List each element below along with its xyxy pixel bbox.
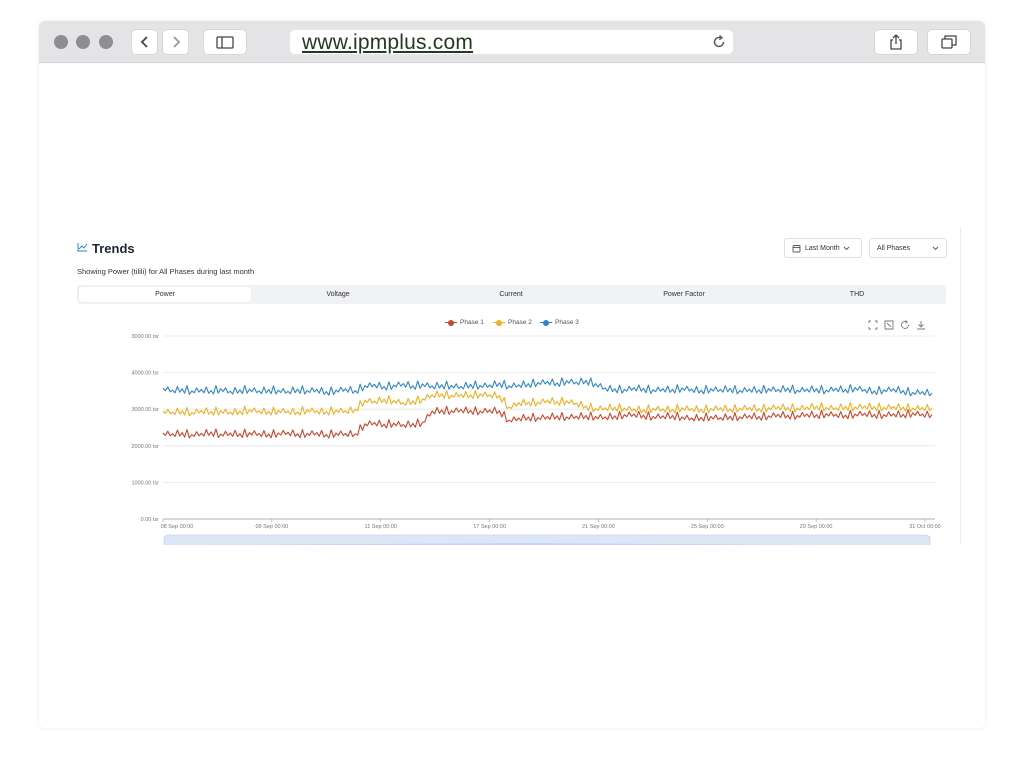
series-line-phase-3 bbox=[162, 377, 933, 397]
x-tick-label: 08 Sep 00:00 bbox=[161, 524, 194, 530]
address-bar[interactable]: www.ipmplus.com bbox=[289, 29, 734, 55]
back-button[interactable] bbox=[131, 29, 158, 55]
x-tick-label: 17 Sep 00:00 bbox=[473, 524, 506, 530]
share-icon bbox=[890, 34, 902, 50]
url-text: www.ipmplus.com bbox=[302, 31, 474, 54]
x-tick-label: 11 Sep 00:00 bbox=[365, 524, 397, 530]
series-line-phase-2 bbox=[162, 389, 933, 417]
y-tick-label: 1000.00 tsr bbox=[131, 480, 159, 486]
tabs-overview-button[interactable] bbox=[927, 29, 971, 55]
sidebar-button[interactable] bbox=[203, 29, 247, 55]
x-tick-label: 21 Sep 00:00 bbox=[582, 524, 615, 530]
y-tick-label: 3000.00 tsr bbox=[131, 334, 159, 340]
y-tick-label: 4000.00 tsr bbox=[131, 371, 159, 377]
close-window-button[interactable] bbox=[54, 35, 68, 49]
trends-panel: Trends Showing Power (tilili) for All Ph… bbox=[71, 227, 961, 545]
forward-button[interactable] bbox=[162, 29, 189, 55]
zoom-window-button[interactable] bbox=[99, 35, 113, 49]
x-tick-label: 31 Oct 00:00 bbox=[909, 524, 941, 530]
back-icon bbox=[140, 36, 148, 48]
y-tick-label: 3000.00 tsr bbox=[131, 407, 159, 413]
browser-window: www.ipmplus.com Trends Showing Power (ti… bbox=[39, 21, 985, 728]
browser-toolbar: www.ipmplus.com bbox=[39, 21, 985, 63]
y-tick-label: 2000.00 tsr bbox=[131, 444, 159, 450]
y-tick-label: 0.00 tsr bbox=[141, 517, 160, 523]
reload-icon bbox=[713, 34, 725, 48]
share-button[interactable] bbox=[874, 29, 918, 55]
x-tick-label: 25 Sep 00:00 bbox=[691, 524, 724, 530]
sidebar-icon bbox=[216, 35, 234, 49]
forward-icon bbox=[172, 36, 180, 48]
power-trend-chart: 3000.00 tsr 4000.00 tsr 3000.00 tsr 2000.00… bbox=[131, 334, 941, 545]
x-tick-label: 09 Sep 00:00 bbox=[255, 524, 288, 530]
reload-button[interactable] bbox=[711, 34, 727, 55]
x-tick-label: 29 Sep 00:00 bbox=[800, 524, 833, 530]
minimize-window-button[interactable] bbox=[76, 35, 90, 49]
tabs-icon bbox=[941, 35, 957, 49]
